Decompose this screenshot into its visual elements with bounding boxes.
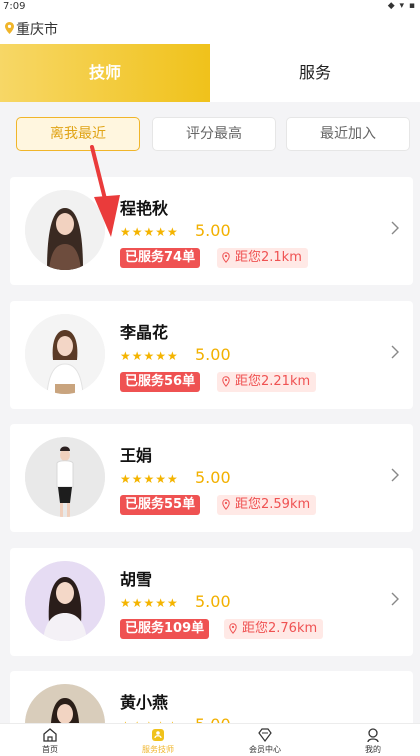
nav-membership-label: 会员中心 bbox=[249, 745, 281, 754]
location-pin-icon bbox=[222, 252, 230, 263]
nav-membership[interactable]: 会员中心 bbox=[235, 724, 295, 756]
tab-services[interactable]: 服务 bbox=[210, 44, 420, 102]
technician-card[interactable]: 王娟 ★★★★★ 5.00 已服务55单 距您2.59km bbox=[10, 424, 413, 532]
nav-home-label: 首页 bbox=[42, 745, 58, 754]
rating-stars-icon: ★★★★★ bbox=[120, 472, 179, 486]
technician-card[interactable]: 程艳秋 ★★★★★ 5.00 已服务74单 距您2.1km bbox=[10, 177, 413, 285]
chevron-right-icon bbox=[391, 345, 399, 359]
technician-name: 李晶花 bbox=[120, 323, 169, 342]
nav-technicians-label: 服务技师 bbox=[142, 745, 174, 754]
chevron-right-icon bbox=[391, 221, 399, 235]
technician-name: 王娟 bbox=[120, 446, 153, 465]
distance-badge: 距您2.21km bbox=[217, 372, 317, 392]
technician-icon bbox=[152, 729, 164, 741]
served-count-badge: 已服务74单 bbox=[120, 248, 201, 268]
location-pin-icon bbox=[222, 499, 230, 510]
system-icons: ◆ ▾ ▪ bbox=[387, 1, 416, 11]
profile-icon bbox=[367, 728, 379, 743]
rating-value: 5.00 bbox=[195, 221, 231, 240]
nav-profile-label: 我的 bbox=[365, 745, 381, 754]
nav-technicians[interactable]: 服务技师 bbox=[128, 724, 188, 756]
home-icon bbox=[43, 728, 57, 742]
city-label: 重庆市 bbox=[16, 22, 58, 38]
technician-card[interactable]: 李晶花 ★★★★★ 5.00 已服务56单 距您2.21km bbox=[10, 301, 413, 409]
avatar bbox=[25, 561, 105, 641]
rating-value: 5.00 bbox=[195, 468, 231, 487]
location-pin-icon bbox=[229, 623, 237, 634]
served-count-badge: 已服务56单 bbox=[120, 372, 201, 392]
distance-text: 距您2.59km bbox=[235, 497, 311, 512]
technician-name: 黄小燕 bbox=[120, 693, 169, 712]
rating-value: 5.00 bbox=[195, 592, 231, 611]
nav-home[interactable]: 首页 bbox=[20, 724, 80, 756]
tab-technicians[interactable]: 技师 bbox=[0, 44, 210, 102]
distance-text: 距您2.1km bbox=[235, 250, 302, 265]
location-pin-icon bbox=[222, 376, 230, 387]
served-count-badge: 已服务109单 bbox=[120, 619, 210, 639]
avatar bbox=[25, 314, 105, 394]
rating-stars-icon: ★★★★★ bbox=[120, 596, 179, 610]
technician-card[interactable]: 胡雪 ★★★★★ 5.00 已服务109单 距您2.76km bbox=[10, 548, 413, 656]
distance-badge: 距您2.76km bbox=[224, 619, 324, 639]
location-pin-icon bbox=[5, 22, 14, 34]
distance-text: 距您2.21km bbox=[235, 374, 311, 389]
distance-badge: 距您2.59km bbox=[217, 495, 317, 515]
filter-top-rated[interactable]: 评分最高 bbox=[152, 117, 276, 151]
technician-name: 胡雪 bbox=[120, 570, 153, 589]
annotation-arrow-icon bbox=[90, 145, 120, 237]
avatar bbox=[25, 437, 105, 517]
distance-text: 距您2.76km bbox=[242, 621, 318, 636]
chevron-right-icon bbox=[391, 592, 399, 606]
location-bar[interactable]: 重庆市 bbox=[0, 16, 420, 44]
status-time: 7:09 bbox=[3, 1, 26, 12]
chevron-right-icon bbox=[391, 468, 399, 482]
rating-value: 5.00 bbox=[195, 345, 231, 364]
sort-filters: 离我最近 评分最高 最近加入 bbox=[0, 102, 420, 162]
distance-badge: 距您2.1km bbox=[217, 248, 308, 268]
nav-profile[interactable]: 我的 bbox=[343, 724, 403, 756]
main-tabs: 技师 服务 bbox=[0, 44, 420, 102]
served-count-badge: 已服务55单 bbox=[120, 495, 201, 515]
rating-stars-icon: ★★★★★ bbox=[120, 349, 179, 363]
status-bar: 7:09 ◆ ▾ ▪ bbox=[0, 0, 420, 16]
filter-recently-joined[interactable]: 最近加入 bbox=[286, 117, 410, 151]
diamond-icon bbox=[258, 728, 272, 742]
bottom-navigation: 首页 服务技师 会员中心 我的 bbox=[0, 723, 420, 756]
